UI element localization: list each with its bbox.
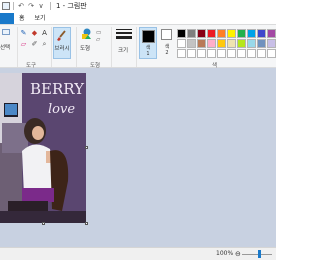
palette-swatch[interactable] bbox=[227, 49, 236, 58]
separator bbox=[17, 27, 18, 67]
image-group: 선택 bbox=[0, 29, 16, 51]
palette-swatch[interactable] bbox=[207, 49, 216, 58]
size-icon[interactable] bbox=[116, 29, 132, 43]
canvas-photo: BERRY love bbox=[0, 73, 86, 223]
palette-swatch[interactable] bbox=[257, 29, 266, 38]
shapes-icon[interactable] bbox=[81, 28, 92, 40]
magnifier-icon[interactable]: ⌕ bbox=[41, 41, 48, 48]
canvas-workspace: BERRY love bbox=[0, 68, 276, 247]
fill-option-icon[interactable]: ▱ bbox=[96, 36, 110, 43]
ribbon: 선택 ✎ ◆ A ▱ ✐ ⌕ 도구 브러시 도형 ▭ ▱ 도형 크기 색 1 색… bbox=[0, 24, 276, 69]
palette-swatch[interactable] bbox=[177, 39, 186, 48]
palette-swatch[interactable] bbox=[247, 39, 256, 48]
color2-label: 색 2 bbox=[159, 44, 175, 56]
palette-swatch[interactable] bbox=[207, 29, 216, 38]
paint-app-icon[interactable] bbox=[2, 2, 10, 10]
palette-swatch[interactable] bbox=[227, 39, 236, 48]
status-bar: 100% ⊖ bbox=[0, 247, 276, 260]
palette-swatch[interactable] bbox=[237, 29, 246, 38]
color1-button[interactable]: 색 1 bbox=[139, 27, 157, 59]
file-menu-button[interactable] bbox=[0, 13, 14, 24]
color-palette bbox=[177, 29, 276, 58]
palette-swatch[interactable] bbox=[267, 49, 276, 58]
palette-swatch[interactable] bbox=[247, 29, 256, 38]
palette-swatch[interactable] bbox=[187, 39, 196, 48]
color1-swatch bbox=[142, 30, 155, 43]
outline-icon[interactable]: ▭ bbox=[96, 29, 110, 36]
palette-swatch[interactable] bbox=[237, 49, 246, 58]
separator bbox=[50, 2, 51, 10]
zoom-slider-track[interactable] bbox=[242, 254, 272, 255]
palette-swatch[interactable] bbox=[197, 49, 206, 58]
size-label: 크기 bbox=[118, 48, 129, 54]
photo-caption-love: love bbox=[48, 102, 75, 117]
palette-swatch[interactable] bbox=[217, 29, 226, 38]
window-title: 1 - 그림판 bbox=[56, 2, 87, 10]
separator bbox=[51, 27, 52, 67]
palette-swatch[interactable] bbox=[267, 39, 276, 48]
palette-swatch[interactable] bbox=[177, 49, 186, 58]
brush-icon bbox=[57, 30, 66, 41]
color-picker-icon[interactable]: ✐ bbox=[31, 41, 38, 48]
text-icon[interactable]: A bbox=[41, 30, 48, 37]
palette-swatch[interactable] bbox=[267, 29, 276, 38]
separator bbox=[111, 27, 112, 67]
palette-swatch[interactable] bbox=[207, 39, 216, 48]
palette-swatch[interactable] bbox=[247, 49, 256, 58]
eraser-icon[interactable]: ▱ bbox=[20, 41, 27, 48]
crop-icon[interactable] bbox=[2, 29, 10, 35]
palette-swatch[interactable] bbox=[187, 29, 196, 38]
palette-swatch[interactable] bbox=[257, 49, 266, 58]
palette-swatch[interactable] bbox=[257, 39, 266, 48]
separator bbox=[76, 27, 77, 67]
palette-swatch[interactable] bbox=[177, 29, 186, 38]
image-group-label[interactable]: 선택 bbox=[0, 43, 10, 51]
pencil-icon[interactable]: ✎ bbox=[20, 30, 27, 37]
brush-button[interactable]: 브러시 bbox=[53, 27, 71, 59]
outline-fill-options: ▭ ▱ bbox=[96, 29, 110, 43]
color2-text: 색 2 bbox=[164, 44, 170, 56]
palette-swatch[interactable] bbox=[227, 29, 236, 38]
drawing-canvas[interactable]: BERRY love bbox=[0, 73, 86, 223]
resize-handle-bottom[interactable] bbox=[42, 222, 45, 225]
redo-button[interactable]: ↷ bbox=[27, 2, 35, 10]
photo-caption-berry: BERRY bbox=[30, 80, 85, 98]
brush-label: 브러시 bbox=[54, 46, 70, 52]
tab-home[interactable]: 홈 bbox=[14, 13, 30, 24]
palette-swatch[interactable] bbox=[197, 29, 206, 38]
quick-access-dropdown[interactable]: ∨ bbox=[37, 2, 45, 10]
zoom-level: 100% bbox=[216, 250, 234, 257]
palette-swatch[interactable] bbox=[217, 39, 226, 48]
tab-view[interactable]: 보기 bbox=[30, 13, 51, 24]
palette-swatch[interactable] bbox=[237, 39, 246, 48]
palette-swatch[interactable] bbox=[197, 39, 206, 48]
resize-handle-right[interactable] bbox=[85, 146, 88, 149]
fill-icon[interactable]: ◆ bbox=[31, 30, 38, 37]
shapes-label: 도형 bbox=[80, 46, 91, 52]
separator bbox=[13, 2, 14, 10]
title-bar: ↶ ↷ ∨ 1 - 그림판 bbox=[0, 0, 276, 12]
color2-swatch bbox=[161, 29, 172, 40]
separator bbox=[136, 27, 137, 67]
undo-button[interactable]: ↶ bbox=[17, 2, 25, 10]
menu-tabs: 홈 보기 bbox=[0, 12, 276, 24]
resize-handle-corner[interactable] bbox=[85, 222, 88, 225]
color1-label: 색 1 bbox=[140, 45, 156, 57]
zoom-slider-thumb[interactable] bbox=[258, 250, 261, 258]
palette-swatch[interactable] bbox=[187, 49, 196, 58]
color1-text: 색 1 bbox=[145, 45, 151, 57]
palette-swatch[interactable] bbox=[217, 49, 226, 58]
zoom-out-button[interactable]: ⊖ bbox=[235, 250, 241, 258]
color2-button[interactable]: 색 2 bbox=[159, 27, 175, 59]
